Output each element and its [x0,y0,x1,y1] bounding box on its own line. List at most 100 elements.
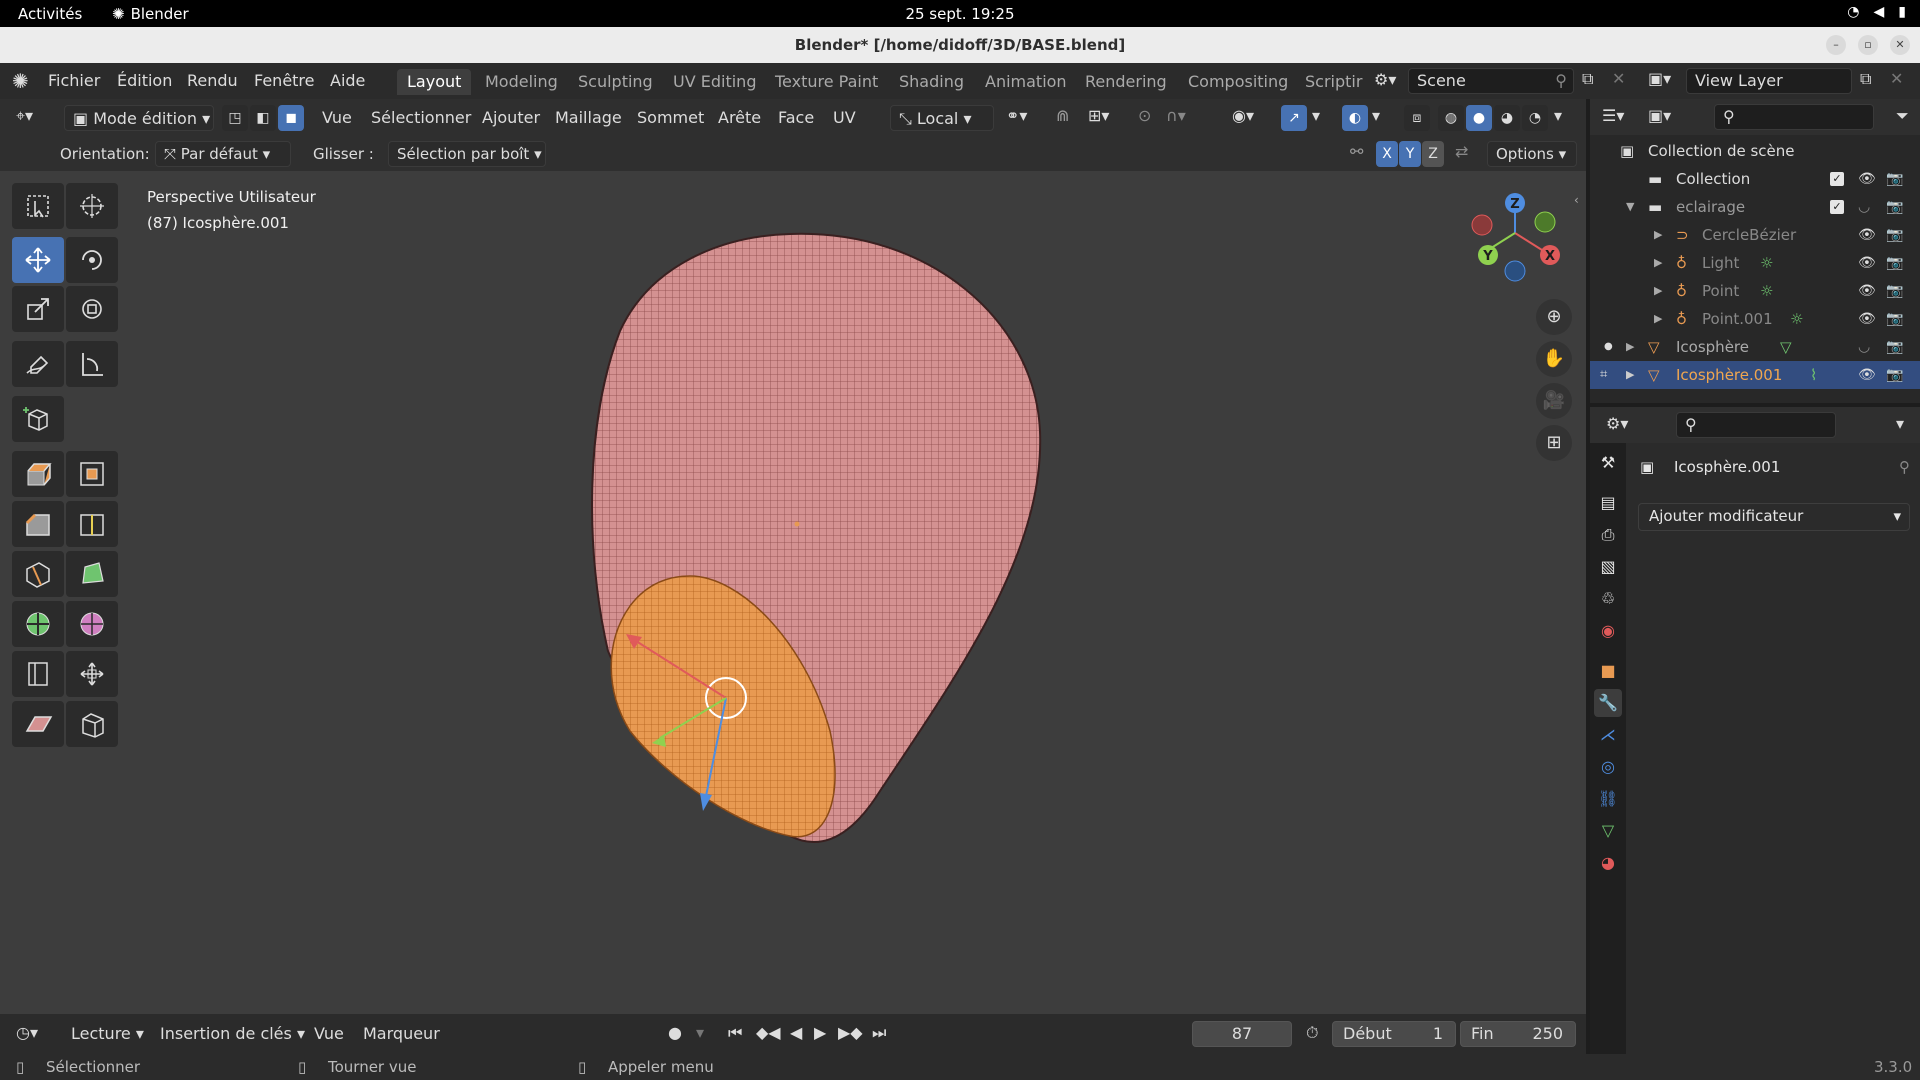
snap-target-icon[interactable]: ⊞▾ [1088,106,1109,125]
snap-icon[interactable]: ⋒ [1056,106,1069,125]
outliner-row-point[interactable]: ▶ ♁ Point ☼ 👁 📷 [1590,277,1920,305]
next-keyframe-icon[interactable]: ▶◆ [838,1023,863,1042]
rip-region-tool[interactable] [66,701,118,747]
mirror-icon[interactable]: ⚯ [1350,142,1363,161]
menu-render[interactable]: Rendu [187,71,238,90]
render-camera-icon[interactable]: 📷 [1886,277,1903,305]
transform-tool[interactable] [66,286,118,332]
falloff-icon[interactable]: ∩▾ [1166,106,1186,125]
render-camera-icon[interactable]: 📷 [1886,249,1903,277]
shrink-fatten-tool[interactable] [66,651,118,697]
poly-build-tool[interactable] [66,551,118,597]
particles-tab-icon[interactable]: ⋌ [1594,721,1622,749]
exclude-checkbox[interactable]: ✓ [1830,172,1844,186]
timeline-editor-icon[interactable]: ◷▾ [16,1023,38,1042]
view-layer-field[interactable]: View Layer [1686,68,1852,94]
mirror-z-toggle[interactable]: Z [1422,141,1444,167]
spin-tool[interactable] [12,601,64,647]
menu-help[interactable]: Aide [330,71,365,90]
outliner-row-collection[interactable]: ▬ Collection ✓ 👁 📷 [1590,165,1920,193]
close-button[interactable]: ✕ [1890,35,1910,55]
menu-window[interactable]: Fenêtre [254,71,315,90]
keying-menu[interactable]: Insertion de clés ▾ [160,1024,305,1043]
face-select-icon[interactable]: ◼ [278,105,304,131]
workspace-tab-scripting[interactable]: Scriptir [1295,69,1372,95]
menu-select[interactable]: Sélectionner [371,108,471,127]
mode-dropdown[interactable]: ▣ Mode édition ▾ [64,105,214,131]
sidebar-toggle-icon[interactable]: ‹ [1574,193,1579,207]
menu-edit[interactable]: Édition [117,71,172,90]
blender-logo-icon[interactable]: ✺ [12,69,29,93]
scene-tab-icon[interactable]: ♲ [1594,585,1622,613]
expand-arrow-icon[interactable]: ▶ [1654,305,1662,333]
edge-slide-tool[interactable] [12,651,64,697]
pan-hand-icon[interactable]: ✋ [1536,341,1572,377]
pin-icon[interactable]: ⚲ [1899,458,1910,476]
system-tray[interactable]: ◔ ◀ ▮ [1847,4,1906,20]
chevron-down-icon[interactable]: ▾ [1896,414,1904,433]
constraints-tab-icon[interactable]: ⛓ [1594,785,1622,813]
outliner-editor-icon[interactable]: ☰▾ [1602,106,1624,125]
render-camera-icon[interactable]: 📷 [1886,333,1903,361]
eye-icon[interactable]: 👁 [1858,249,1876,277]
knife-tool[interactable] [12,551,64,597]
extrude-region-tool[interactable] [12,451,64,497]
render-camera-icon[interactable]: 📷 [1886,221,1903,249]
jump-start-icon[interactable]: ⏮ [728,1023,742,1043]
perspective-grid-icon[interactable]: ⊞ [1536,425,1572,461]
timeline-view-menu[interactable]: Vue [314,1024,344,1043]
expand-arrow-icon[interactable]: ▶ [1654,221,1662,249]
workspace-tab-layout[interactable]: Layout [397,69,472,95]
vertex-select-icon[interactable]: ◳ [222,105,248,131]
expand-arrow-icon[interactable]: ▶ [1626,361,1634,389]
scene-field[interactable]: Scene ⚲ [1408,68,1574,94]
mirror-y-toggle[interactable]: Y [1399,141,1421,167]
solid-shading-icon[interactable]: ● [1466,105,1492,131]
gizmo-toggle-icon[interactable]: ↗ [1281,105,1307,131]
marker-menu[interactable]: Marqueur [363,1024,440,1043]
menu-vertex[interactable]: Sommet [637,108,704,127]
play-icon[interactable]: ▶ [814,1023,826,1042]
scale-tool[interactable] [12,286,64,332]
edit-mode-icon[interactable]: ⌗ [1600,361,1607,389]
outliner-row-icosphere-001[interactable]: ⌗ ▶ ▽ Icosphère.001 ⌇ 👁 📷 [1590,361,1920,389]
eye-closed-icon[interactable]: ◡ [1858,333,1870,361]
editor-type-icon[interactable]: ⌖▾ [16,106,33,126]
wireframe-shading-icon[interactable]: ◍ [1438,105,1464,131]
loop-cut-tool[interactable] [66,501,118,547]
workspace-tab-sculpting[interactable]: Sculpting [568,69,663,95]
outliner-row-light[interactable]: ▶ ♁ Light ☼ 👁 📷 [1590,249,1920,277]
eye-icon[interactable]: 👁 [1858,361,1876,389]
playback-menu[interactable]: Lecture ▾ [71,1024,144,1043]
outliner-search-input[interactable]: ⚲ [1714,104,1874,130]
activities-button[interactable]: Activités [18,5,82,23]
preview-range-icon[interactable]: ⏱ [1306,1023,1318,1043]
menu-view[interactable]: Vue [322,108,352,127]
camera-view-icon[interactable]: 🎥 [1536,383,1572,419]
outliner-row-point-001[interactable]: ▶ ♁ Point.001 ☼ 👁 📷 [1590,305,1920,333]
workspace-tab-uv-editing[interactable]: UV Editing [663,69,766,95]
add-cube-tool[interactable] [12,396,64,442]
workspace-tab-modeling[interactable]: Modeling [475,69,568,95]
shear-tool[interactable] [12,701,64,747]
prev-keyframe-icon[interactable]: ◆◀ [756,1023,781,1042]
delete-scene-icon[interactable]: ✕ [1612,69,1625,88]
expand-arrow-icon[interactable]: ▼ [1626,193,1634,221]
view-layer-tab-icon[interactable]: ▧ [1594,553,1622,581]
jump-end-icon[interactable]: ⏭ [872,1023,886,1043]
outliner-row-icosphere[interactable]: ● ▶ ▽ Icosphère ▽ ◡ 📷 [1590,333,1920,361]
properties-editor-icon[interactable]: ⚙▾ [1606,414,1628,433]
current-frame-field[interactable]: 87 [1192,1021,1292,1047]
keying-set-icon[interactable]: ▾ [696,1023,704,1042]
new-view-layer-icon[interactable]: ⧉ [1860,69,1871,89]
expand-arrow-icon[interactable]: ▶ [1654,249,1662,277]
menu-file[interactable]: Fichier [48,71,100,90]
inset-faces-tool[interactable] [66,451,118,497]
add-modifier-dropdown[interactable]: Ajouter modificateur ▾ [1638,503,1910,531]
scene-selector-icon[interactable]: ⚙▾ [1374,70,1396,89]
workspace-tab-shading[interactable]: Shading [889,69,974,95]
menu-add[interactable]: Ajouter [482,108,540,127]
render-tab-icon[interactable]: ▤ [1594,489,1622,517]
play-reverse-icon[interactable]: ◀ [790,1023,802,1042]
render-camera-icon[interactable]: 📷 [1886,305,1903,333]
